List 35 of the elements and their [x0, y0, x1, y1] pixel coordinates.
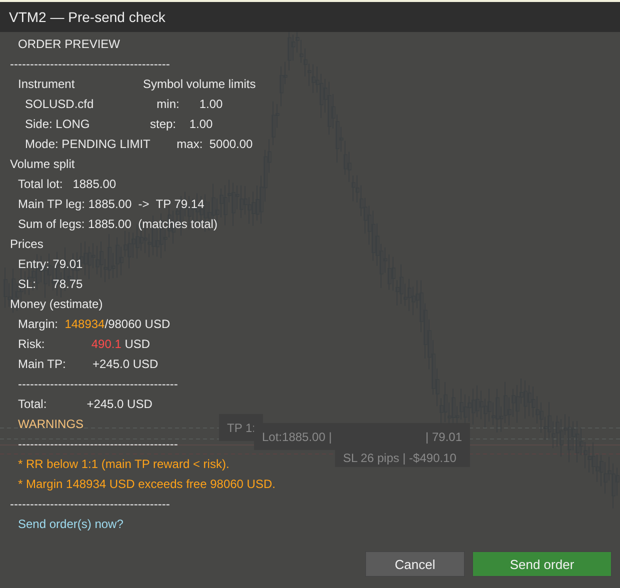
warning-line: * Margin 148934 USD exceeds free 98060 USD.: [18, 477, 276, 491]
detail-label: SOLUSD.cfd: [25, 96, 95, 113]
dashed-rule: ----------------------------------------: [18, 437, 178, 451]
detail-line: Main TP: +245.0 USD: [18, 357, 158, 371]
section-label: Money (estimate): [10, 297, 103, 311]
chart-tag-text: Lot:1885.00 |: [262, 430, 332, 444]
warnings-heading: WARNINGS: [18, 417, 84, 431]
detail-line: Main TP leg: 1885.00 -> TP 79.14: [18, 197, 204, 211]
detail-value: step: 1.00: [150, 116, 213, 133]
dashed-rule: ----------------------------------------: [18, 377, 178, 391]
confirm-prompt: Send order(s) now?: [18, 517, 124, 531]
chart-tag-text: SL 26 pips | -$490.10: [343, 450, 456, 464]
detail-line: Margin: 148934/98060 USD: [18, 317, 170, 331]
chart-tag-text: | 79.01: [426, 430, 462, 444]
dashed-rule: ----------------------------------------: [10, 497, 170, 511]
send-order-button[interactable]: Send order: [472, 551, 612, 577]
section-label: Prices: [10, 237, 44, 251]
detail-line: SL: 78.75: [18, 277, 83, 291]
preview-heading: ORDER PREVIEW: [18, 37, 120, 51]
detail-label: Instrument: [18, 76, 76, 93]
detail-value: min: 1.00: [156, 96, 223, 113]
detail-line: Entry: 79.01: [18, 257, 83, 271]
cancel-button[interactable]: Cancel: [365, 551, 465, 577]
detail-value: Symbol volume limits: [143, 76, 256, 93]
window-title: VTM2 — Pre-send check: [9, 9, 166, 25]
warning-line: * RR below 1:1 (main TP reward < risk).: [18, 457, 230, 471]
detail-label: Side: LONG: [25, 116, 91, 133]
dashed-rule: ----------------------------------------: [10, 57, 170, 71]
detail-line: Sum of legs: 1885.00 (matches total): [18, 217, 218, 231]
detail-line: Total lot: 1885.00: [18, 177, 116, 191]
section-label: Volume split: [10, 157, 75, 171]
detail-label: Mode: PENDING LIMIT: [25, 136, 150, 153]
detail-line: Total: +245.0 USD: [18, 397, 152, 411]
detail-line: Risk: 490.1 USD: [18, 337, 150, 351]
detail-value: max: 5000.00: [176, 136, 253, 153]
